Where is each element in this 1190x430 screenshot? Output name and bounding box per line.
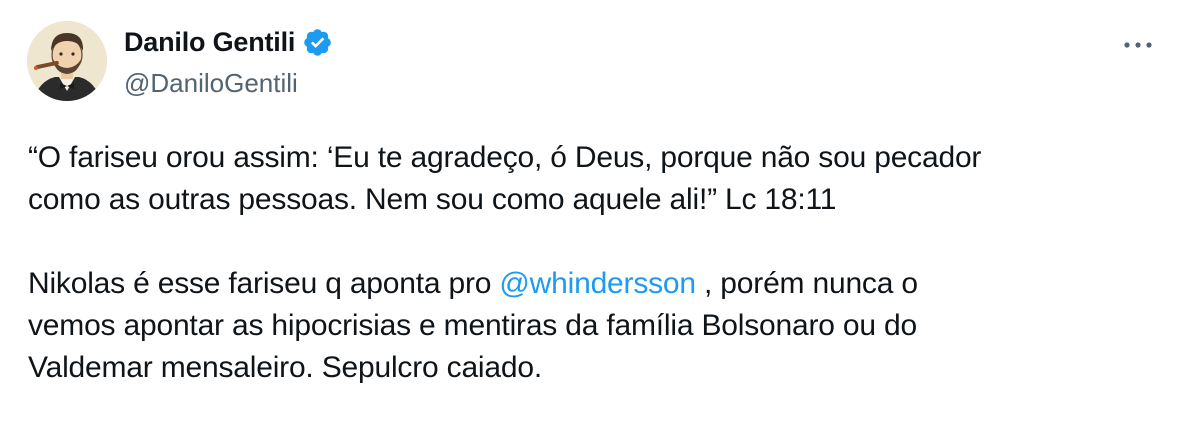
tweet-text-line: como as outras pessoas. Nem sou como aqu… (28, 183, 837, 216)
mention-link[interactable]: @whindersson (499, 267, 696, 300)
more-options-icon[interactable] (1118, 30, 1158, 60)
tweet-text: “O fariseu orou assim: ‘Eu te agradeço, … (28, 137, 1168, 389)
author-block: Danilo Gentili @DaniloGentili (124, 24, 333, 99)
tweet-text-segment: Nikolas é esse fariseu q aponta pro (28, 267, 500, 300)
tweet-card: Danilo Gentili @DaniloGentili “O fariseu… (0, 0, 1190, 430)
avatar-illustration (27, 21, 107, 101)
tweet-text-segment: , porém nunca o (695, 267, 918, 300)
author-handle[interactable]: @DaniloGentili (124, 68, 333, 99)
tweet-text-line: vemos apontar as hipocrisias e mentiras … (28, 309, 917, 342)
name-row: Danilo Gentili (124, 24, 333, 60)
display-name[interactable]: Danilo Gentili (124, 27, 295, 58)
tweet-text-line: Nikolas é esse fariseu q aponta pro @whi… (28, 263, 1168, 305)
tweet-text-line: Valdemar mensaleiro. Sepulcro caiado. (28, 351, 542, 384)
tweet-text-line: “O fariseu orou assim: ‘Eu te agradeço, … (28, 141, 982, 174)
verified-badge-icon[interactable] (302, 27, 333, 58)
avatar[interactable] (27, 21, 107, 101)
